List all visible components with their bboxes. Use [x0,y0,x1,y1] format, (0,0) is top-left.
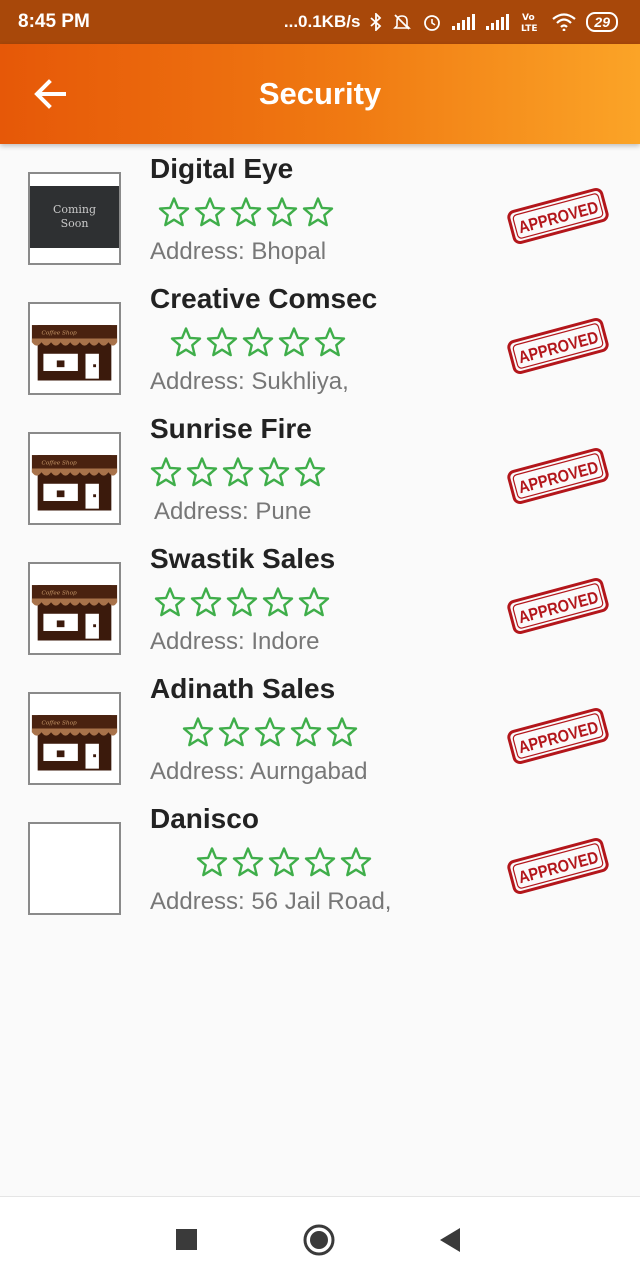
item-address: Address: Sukhliya, [150,368,349,395]
list-item[interactable]: Coffee Shop Adinath Sales Address: Aurngab… [0,670,640,800]
shop-image: Coffee Shop [30,304,119,393]
item-thumbnail: Coffee Shop [28,432,121,525]
svg-text:Coffee Shop: Coffee Shop [41,331,77,337]
rating-stars[interactable] [196,846,372,878]
svg-text:Vo: Vo [522,13,535,23]
page-title: Security [258,76,382,111]
item-name: Creative Comsec [150,283,378,314]
signal-icon [452,14,476,30]
shop-image: Coffee Shop [30,434,119,523]
star-outline-icon[interactable] [186,456,218,488]
svg-text:Coffee Shop: Coffee Shop [41,721,77,727]
item-address: Address: Pune [154,498,312,525]
item-name: Sunrise Fire [150,413,312,444]
shop-image: Coffee Shop [30,694,119,783]
star-outline-icon[interactable] [298,586,330,618]
signal-icon [486,14,510,30]
star-outline-icon[interactable] [266,196,298,228]
svg-text:Coffee Shop: Coffee Shop [41,591,77,597]
svg-text:LTE: LTE [521,24,538,33]
rating-stars[interactable] [158,196,334,228]
star-outline-icon[interactable] [290,716,322,748]
star-outline-icon[interactable] [222,456,254,488]
home-circle-icon[interactable] [302,1223,336,1257]
status-bar: 8:45 PM ...0.1KB/s Vo LTE 29 [0,0,640,44]
list-item[interactable]: Danisco Address: 56 Jail Road, APPROVED [0,800,640,930]
bluetooth-icon [370,13,382,31]
security-list: Coming Soon Digital Eye Address: Bhopal APPR… [0,150,640,930]
star-outline-icon[interactable] [278,326,310,358]
item-address: Address: 56 Jail Road, [150,888,392,915]
rating-stars[interactable] [170,326,346,358]
star-outline-icon[interactable] [242,326,274,358]
rating-stars[interactable] [182,716,358,748]
star-outline-icon[interactable] [154,586,186,618]
shop-image: Coffee Shop [30,564,119,653]
network-speed: ...0.1KB/s [283,12,361,31]
star-outline-icon[interactable] [232,846,264,878]
approved-stamp-icon: APPROVED [507,707,609,765]
item-thumbnail: Coming Soon [28,172,121,265]
item-name: Danisco [150,803,259,834]
star-outline-icon[interactable] [302,196,334,228]
item-thumbnail: Coffee Shop [28,302,121,395]
item-name: Adinath Sales [150,673,336,704]
recents-square-icon[interactable] [176,1229,197,1250]
star-outline-icon[interactable] [262,586,294,618]
app-bar: Security [0,44,640,144]
star-outline-icon[interactable] [196,846,228,878]
battery-icon: 29 [586,12,618,32]
list-item[interactable]: Coffee Shop Creative Comsec Address: Sukhl… [0,280,640,410]
coming-soon-image: Coming Soon [30,186,119,248]
star-outline-icon[interactable] [304,846,336,878]
item-name: Swastik Sales [150,543,336,574]
alarm-icon [424,15,441,31]
volte-icon: VoLTE [521,13,538,33]
star-outline-icon[interactable] [326,716,358,748]
star-outline-icon[interactable] [226,586,258,618]
star-outline-icon[interactable] [150,456,182,488]
item-thumbnail: Coffee Shop [28,562,121,655]
star-outline-icon[interactable] [158,196,190,228]
star-outline-icon[interactable] [206,326,238,358]
thumb-text: Soon [60,217,89,230]
approved-stamp-icon: APPROVED [507,187,609,245]
star-outline-icon[interactable] [170,326,202,358]
approved-stamp-icon: APPROVED [507,837,609,895]
status-time: 8:45 PM [18,11,90,32]
status-icons: ...0.1KB/s Vo LTE 29 [284,11,618,33]
svg-text:Coffee Shop: Coffee Shop [41,461,77,467]
rating-stars[interactable] [150,456,326,488]
item-address: Address: Indore [150,628,320,655]
navigation-bar [0,1196,640,1280]
back-triangle-icon[interactable] [438,1227,462,1253]
star-outline-icon[interactable] [190,586,222,618]
list-item[interactable]: Coffee Shop Swastik Sales Address: Indore A… [0,540,640,670]
item-thumbnail: Coffee Shop [28,692,121,785]
star-outline-icon[interactable] [294,456,326,488]
star-outline-icon[interactable] [314,326,346,358]
star-outline-icon[interactable] [194,196,226,228]
rating-stars[interactable] [154,586,330,618]
star-outline-icon[interactable] [230,196,262,228]
item-thumbnail [28,822,121,915]
approved-stamp-icon: APPROVED [507,317,609,375]
star-outline-icon[interactable] [218,716,250,748]
star-outline-icon[interactable] [268,846,300,878]
list-item[interactable]: Coming Soon Digital Eye Address: Bhopal APPR… [0,150,640,280]
star-outline-icon[interactable] [258,456,290,488]
star-outline-icon[interactable] [254,716,286,748]
thumb-text: Coming [52,203,97,216]
mute-icon [393,14,412,30]
approved-stamp-icon: APPROVED [507,577,609,635]
wifi-icon [552,13,577,31]
list-item[interactable]: Coffee Shop Sunrise Fire Address: Pune APPR… [0,410,640,540]
approved-stamp-icon: APPROVED [507,447,609,505]
item-address: Address: Bhopal [150,238,327,265]
item-address: Address: Aurngabad [150,758,368,785]
star-outline-icon[interactable] [182,716,214,748]
item-name: Digital Eye [150,153,294,184]
star-outline-icon[interactable] [340,846,372,878]
